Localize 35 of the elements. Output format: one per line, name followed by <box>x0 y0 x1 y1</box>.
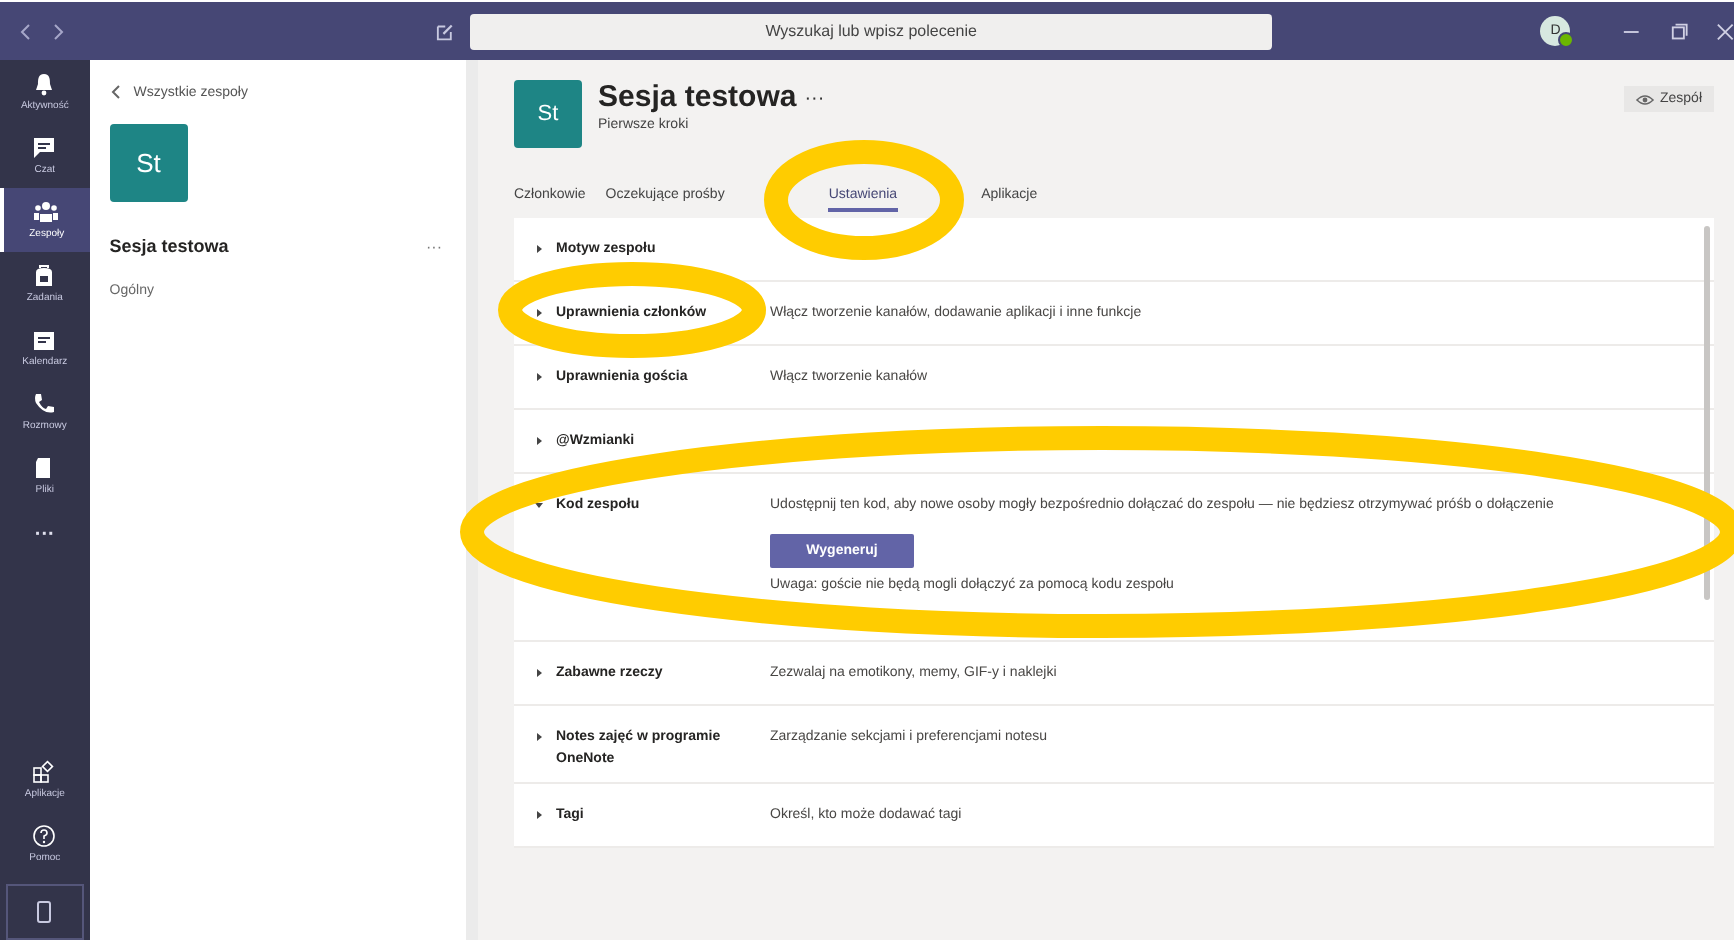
caret-right-icon[interactable] <box>534 436 544 446</box>
device-button[interactable] <box>6 884 84 940</box>
compose-icon[interactable] <box>435 21 454 41</box>
eye-icon <box>1635 93 1654 105</box>
apps-icon <box>32 760 57 784</box>
more-button[interactable]: ··· <box>804 87 825 109</box>
caret-right-icon[interactable] <box>534 810 544 820</box>
back-icon[interactable] <box>17 21 34 41</box>
chevron-icon <box>109 84 122 100</box>
backpack-icon <box>32 264 57 288</box>
caret-right-icon[interactable] <box>534 308 544 318</box>
scrollbar-thumb[interactable] <box>1704 226 1710 600</box>
chat-icon <box>32 136 57 160</box>
forward-icon[interactable] <box>49 21 66 41</box>
calendar-icon <box>32 328 57 352</box>
more-button[interactable]: ··· <box>0 508 90 560</box>
caret-right-icon[interactable] <box>534 668 544 678</box>
bell-icon <box>32 72 57 96</box>
restore-icon[interactable] <box>1669 21 1688 41</box>
more-button[interactable]: ··· <box>426 237 442 255</box>
caret-right-icon[interactable] <box>534 732 544 742</box>
search-field[interactable]: Wyszukaj lub wpisz polecenie <box>469 13 1273 49</box>
people-icon <box>34 200 59 224</box>
caret-down-icon[interactable] <box>534 500 544 510</box>
phone-icon <box>32 392 57 416</box>
close-icon[interactable] <box>1715 21 1734 41</box>
team-name: Sesja testowa <box>109 236 229 256</box>
phone-device-icon <box>36 900 53 924</box>
caret-right-icon[interactable] <box>534 244 544 254</box>
team-avatar: St <box>514 80 582 148</box>
presence-icon <box>1558 32 1575 48</box>
caret-right-icon[interactable] <box>534 372 544 382</box>
team-avatar: St <box>109 124 188 202</box>
team-title: Sesja testowa <box>598 80 797 116</box>
help-icon <box>32 824 57 848</box>
